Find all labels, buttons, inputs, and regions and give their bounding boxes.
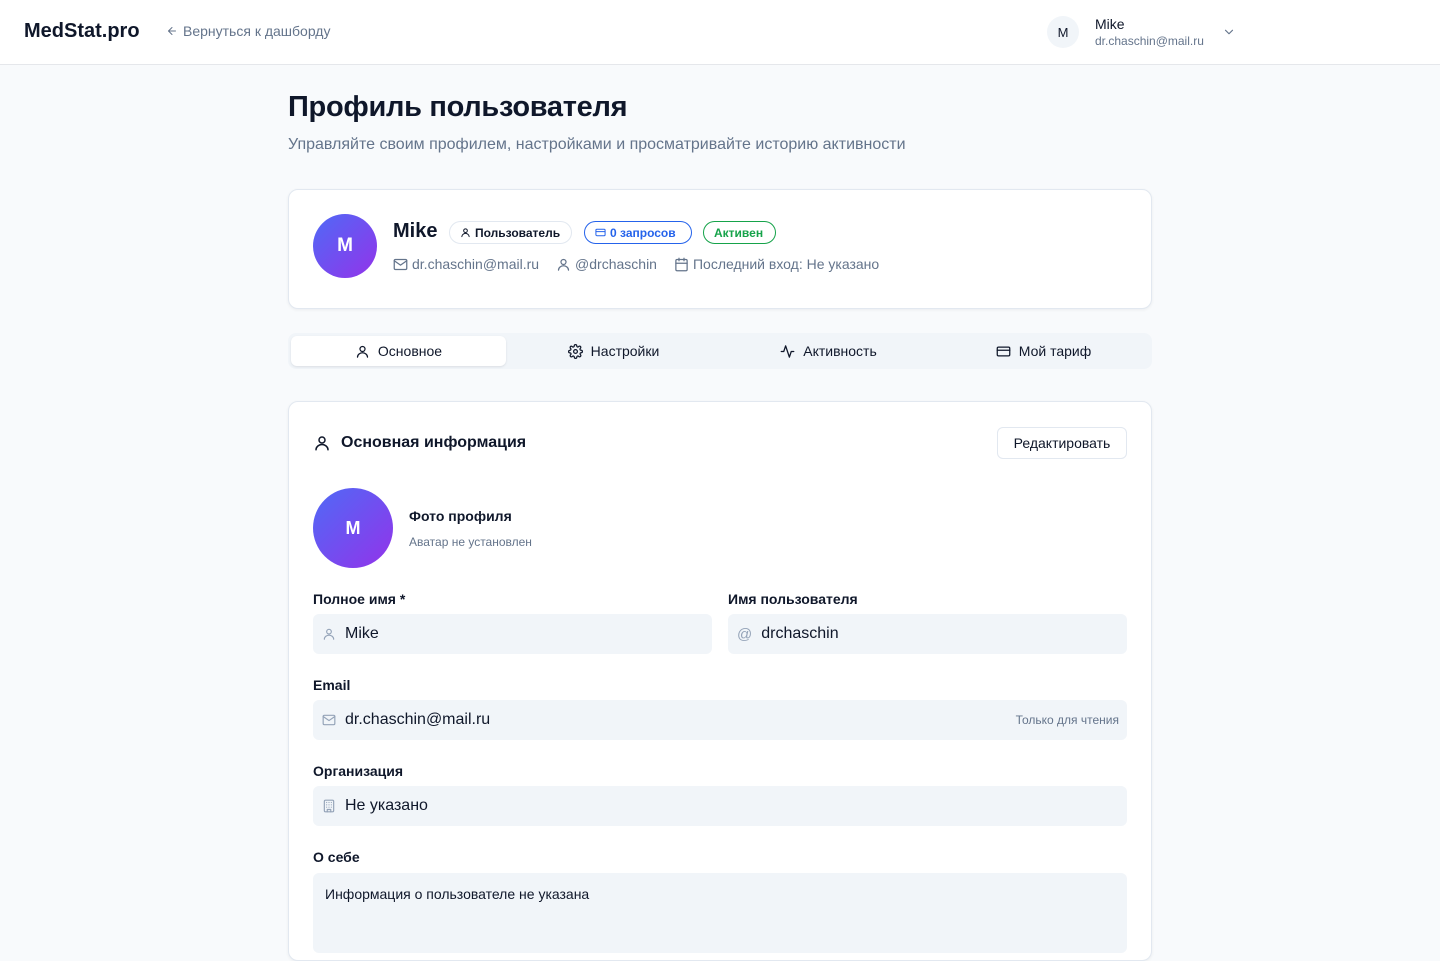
basic-info-card: Основная информация Редактировать M Фото… — [288, 401, 1152, 961]
photo-subtitle: Аватар не установлен — [409, 535, 532, 549]
edit-button[interactable]: Редактировать — [997, 427, 1127, 459]
role-badge-label: Пользователь — [475, 225, 561, 240]
profile-meta: dr.chaschin@mail.ru @drchaschin Последни… — [393, 256, 879, 272]
profile-avatar: M — [313, 214, 377, 278]
tab-settings[interactable]: Настройки — [506, 336, 721, 366]
organization-label: Организация — [313, 763, 404, 779]
organization-field[interactable]: Не указано — [313, 786, 1127, 826]
profile-last-login: Последний вход: Не указано — [692, 256, 880, 272]
top-header: MedStat.pro Вернуться к дашборду M Mike … — [0, 0, 1440, 65]
email-label: Email — [313, 677, 351, 693]
status-badge: Активен — [703, 221, 776, 244]
email-field[interactable]: dr.chaschin@mail.ru Только для чтения — [313, 700, 1127, 740]
avatar: M — [1047, 16, 1079, 49]
email-value: dr.chaschin@mail.ru — [345, 711, 491, 728]
user-icon — [323, 628, 335, 640]
credit-card-icon — [595, 228, 606, 237]
role-badge: Пользователь — [449, 221, 572, 244]
photo-avatar[interactable]: M — [313, 488, 393, 568]
profile-tabs: Основное Настройки Активность Мой тариф — [288, 333, 1152, 369]
profile-email: dr.chaschin@mail.ru — [412, 256, 540, 272]
chevron-down-icon[interactable] — [1222, 25, 1236, 39]
arrow-left-icon — [168, 27, 176, 35]
tab-label: Настройки — [590, 343, 660, 359]
full-name-label: Полное имя * — [313, 591, 406, 607]
section-title: Основная информация — [313, 434, 526, 452]
full-name-field[interactable]: Mike — [313, 614, 712, 654]
status-badge-label: Активен — [714, 225, 764, 240]
user-info: Mike dr.chaschin@mail.ru — [1095, 16, 1204, 49]
user-icon — [315, 436, 329, 451]
tab-my-plan[interactable]: Мой тариф — [936, 336, 1151, 366]
photo-title: Фото профиля — [409, 508, 512, 524]
username-field[interactable]: @ drchaschin — [728, 614, 1127, 654]
tab-label: Основное — [377, 343, 443, 359]
user-icon — [557, 258, 570, 271]
profile-email-item: dr.chaschin@mail.ru — [393, 256, 539, 272]
profile-username: @drchaschin — [575, 256, 657, 272]
brand-logo[interactable]: MedStat.pro — [24, 20, 140, 43]
section-title-label: Основная информация — [341, 434, 527, 451]
at-sign-icon: @ — [737, 625, 753, 643]
user-name: Mike — [1095, 16, 1125, 32]
tab-basic[interactable]: Основное — [291, 336, 506, 366]
page-subtitle: Управляйте своим профилем, настройками и… — [288, 136, 906, 153]
back-link-label: Вернуться к дашборду — [183, 23, 331, 39]
organization-value: Не указано — [345, 797, 428, 814]
user-icon — [356, 345, 369, 358]
back-to-dashboard-link[interactable]: Вернуться к дашборду — [166, 23, 330, 39]
page-title: Профиль пользователя — [288, 91, 628, 123]
user-menu[interactable]: M Mike dr.chaschin@mail.ru — [1047, 16, 1236, 49]
user-icon — [461, 228, 470, 238]
tab-label: Мой тариф — [1018, 343, 1092, 359]
username-label: Имя пользователя — [728, 591, 858, 607]
calendar-icon — [675, 257, 688, 271]
requests-badge: 0 запросов — [584, 221, 692, 244]
profile-username-item: @drchaschin — [556, 256, 657, 272]
readonly-tag: Только для чтения — [1015, 713, 1119, 727]
credit-card-icon — [996, 346, 1011, 356]
gear-icon — [567, 343, 583, 359]
tab-activity[interactable]: Активность — [721, 336, 936, 366]
requests-badge-label: 0 запросов — [610, 225, 676, 240]
about-label: О себе — [313, 849, 360, 865]
building-icon — [323, 799, 335, 813]
profile-summary-card: M Mike Пользователь 0 запросов Активен d… — [288, 189, 1152, 309]
full-name-value: Mike — [345, 625, 379, 642]
mail-icon — [322, 714, 336, 726]
mail-icon — [393, 258, 408, 270]
user-email: dr.chaschin@mail.ru — [1095, 33, 1204, 48]
about-textarea[interactable]: Информация о пользователе не указана — [313, 873, 1127, 953]
username-value: drchaschin — [761, 625, 839, 642]
profile-last-login-item: Последний вход: Не указано — [674, 256, 879, 272]
activity-icon — [780, 344, 795, 358]
profile-name: Mike — [393, 220, 438, 242]
tab-label: Активность — [803, 343, 877, 359]
